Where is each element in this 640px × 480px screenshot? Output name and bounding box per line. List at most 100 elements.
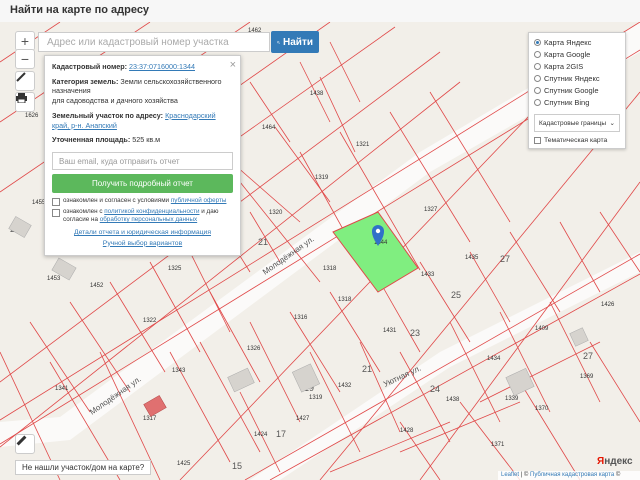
search-field[interactable]	[38, 32, 270, 52]
parcel-number: 1434	[487, 356, 501, 362]
house-number: 17	[276, 429, 286, 439]
layer-switcher: Карта Яндекс Карта Google Карта 2GIS Спутни…	[528, 32, 626, 149]
layer-option[interactable]: Карта Google	[534, 48, 620, 60]
house-number: 25	[451, 290, 461, 300]
leaflet-link[interactable]: Leaflet	[501, 472, 519, 478]
parcel-number: 1464	[262, 125, 276, 131]
layer-option[interactable]: Спутник Google	[534, 84, 620, 96]
category-row: Категория земель: Земли сельскохозяйстве…	[52, 77, 233, 106]
boundaries-select[interactable]: Кадастровые границы ⌄	[534, 114, 620, 132]
manual-row: Ручной выбор вариантов	[52, 239, 233, 248]
layer-option-label: Спутник Яндекс	[544, 73, 600, 83]
layer-option-label: Спутник Bing	[544, 97, 590, 107]
building	[569, 327, 589, 347]
radio-button[interactable]	[534, 86, 541, 94]
privacy-policy-link[interactable]: политикой конфиденциальности	[104, 208, 199, 215]
zoom-out-button[interactable]: −	[15, 49, 35, 69]
parcel-boundary-line	[274, 126, 331, 203]
building	[227, 367, 255, 393]
layer-option[interactable]: Карта 2GIS	[534, 60, 620, 72]
parcel-number: 1452	[90, 283, 104, 289]
parcel-number: 1341	[55, 386, 69, 392]
house-number: 27	[583, 351, 593, 361]
parcel-number: 1438	[446, 397, 460, 403]
radio-button[interactable]	[534, 98, 541, 106]
layer-option[interactable]: Спутник Bing	[534, 96, 620, 108]
cadastral-number-link[interactable]: 23:37:0716000:1344	[129, 62, 195, 71]
house-number: 15	[232, 461, 242, 471]
checkbox-box[interactable]	[534, 137, 541, 144]
radio-button[interactable]	[534, 62, 541, 70]
parcel-boundary-line	[319, 76, 356, 153]
radio-button[interactable]	[534, 74, 541, 82]
print-icon[interactable]	[15, 92, 35, 112]
email-field[interactable]	[52, 152, 233, 171]
parcel-number: 1317	[143, 416, 157, 422]
layer-option[interactable]: Карта Яндекс	[534, 36, 620, 48]
get-report-button[interactable]: Получить подробный отчет	[52, 174, 233, 194]
checkbox-box[interactable]	[52, 209, 60, 218]
parcel-number: 1321	[356, 142, 370, 148]
close-icon[interactable]: ×	[230, 58, 236, 73]
house-number: 21	[362, 364, 372, 374]
parcel-boundary-line	[459, 401, 521, 480]
parcel-boundary-line	[479, 341, 601, 403]
thematic-map-checkbox[interactable]: Тематическая карта	[534, 137, 620, 144]
checkbox-box[interactable]	[52, 198, 60, 207]
radio-button[interactable]	[534, 38, 541, 46]
search-input[interactable]	[39, 33, 269, 51]
find-button[interactable]: Найти	[271, 31, 319, 53]
house-number: 21	[258, 237, 268, 247]
area-row: Уточненная площадь: 525 кв.м	[52, 135, 233, 145]
parcel-number: 1409	[535, 326, 549, 332]
parcel-boundary-line	[329, 291, 381, 373]
parcel-number: 1424	[254, 432, 268, 438]
parcel-number: 1453	[47, 276, 61, 282]
layer-option[interactable]: Спутник Яндекс	[534, 72, 620, 84]
radio-button[interactable]	[534, 50, 541, 58]
parcel-number: 1370	[535, 406, 549, 412]
parcel-number: 1425	[177, 461, 191, 467]
layer-option-label: Спутник Google	[544, 85, 599, 95]
agree-terms-text: ознакомлен и согласен с условиями публич…	[63, 197, 226, 205]
yandex-logo: Яндекс	[597, 456, 633, 467]
house-number: 27	[500, 254, 510, 264]
yandex-logo-rest: ндекс	[604, 456, 633, 467]
find-button-label: Найти	[283, 36, 313, 48]
parcel-number: 1433	[421, 272, 435, 278]
top-bar: Найти на карте по адресу	[0, 0, 640, 23]
boundaries-select-value: Кадастровые границы	[539, 119, 607, 127]
ruler-icon[interactable]	[15, 434, 35, 454]
agree-privacy-label: ознакомлен с	[63, 208, 103, 216]
agree-privacy-text: ознакомлен с политикой конфиденциальност…	[63, 208, 233, 224]
parcel-number: 1435	[465, 255, 479, 261]
cadastral-number-row: Кадастровый номер: 23:37:0716000:1344	[52, 62, 233, 72]
building-highlighted	[143, 395, 167, 417]
parcel-number: 1431	[383, 328, 397, 334]
details-link[interactable]: Детали отчета и юридическая информация	[74, 229, 211, 236]
parcel-number: 1438	[310, 91, 324, 97]
agree-terms-checkbox[interactable]: ознакомлен и согласен с условиями публич…	[52, 197, 233, 207]
parcel-number: 1318	[338, 297, 352, 303]
agree-privacy-checkbox[interactable]: ознакомлен с политикой конфиденциальност…	[52, 208, 233, 224]
area-label: Уточненная площадь:	[52, 135, 131, 145]
parcel-boundary-line	[29, 321, 91, 413]
search-icon	[277, 40, 280, 44]
offer-link[interactable]: публичной оферты	[171, 197, 227, 204]
thematic-map-label: Тематическая карта	[544, 137, 608, 144]
measure-icon[interactable]	[15, 71, 35, 91]
parcel-boundary-line	[69, 301, 131, 393]
parcel-number: 1322	[143, 318, 157, 324]
category-use: для садоводства и дачного хозяйства	[52, 96, 178, 106]
public-map-link[interactable]: Публичная кадастровая карта	[530, 472, 614, 478]
parcel-number: 1371	[491, 442, 505, 448]
address-row: Земельный участок по адресу: Краснодарск…	[52, 111, 233, 130]
parcel-number: 1426	[601, 302, 615, 308]
parcel-number: 1343	[172, 368, 186, 374]
parcel-boundary-line	[199, 341, 261, 453]
zoom-in-button[interactable]: +	[15, 31, 35, 51]
attribution-copy2: ©	[615, 472, 621, 478]
not-found-button[interactable]: Не нашли участок/дом на карте?	[15, 460, 152, 475]
personal-data-link[interactable]: обработку персональных данных	[100, 216, 197, 223]
manual-selection-link[interactable]: Ручной выбор вариантов	[103, 240, 182, 247]
